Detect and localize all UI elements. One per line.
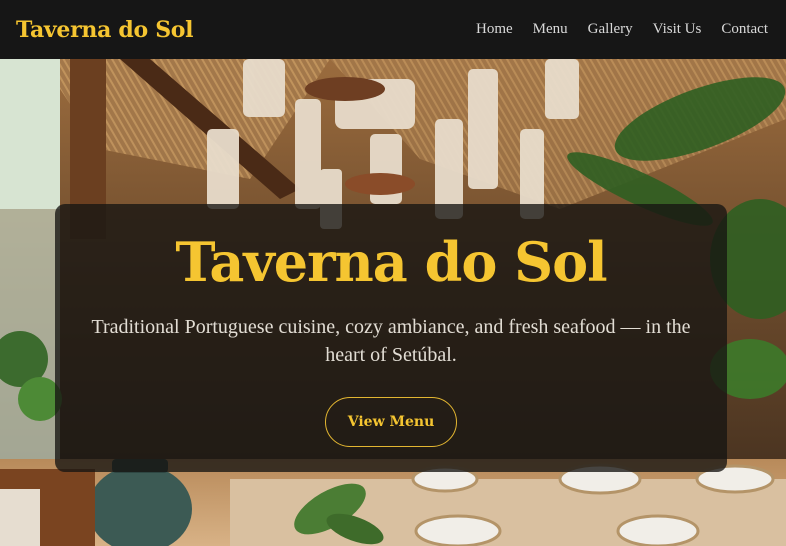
nav-link-home[interactable]: Home xyxy=(476,21,513,38)
hero-title: Taverna do Sol xyxy=(175,230,607,294)
view-menu-button[interactable]: View Menu xyxy=(325,396,457,447)
nav-link-gallery[interactable]: Gallery xyxy=(588,21,633,38)
site-logo[interactable]: Taverna do Sol xyxy=(16,17,194,43)
hero-subtitle: Traditional Portuguese cuisine, cozy amb… xyxy=(91,315,691,366)
top-navigation: Taverna do Sol Home Menu Gallery Visit U… xyxy=(0,0,786,59)
hero-section: Taverna do Sol Traditional Portuguese cu… xyxy=(0,59,786,546)
nav-links: Home Menu Gallery Visit Us Contact xyxy=(476,21,768,38)
nav-link-menu[interactable]: Menu xyxy=(533,21,568,38)
nav-link-visit-us[interactable]: Visit Us xyxy=(653,21,702,38)
hero-card: Taverna do Sol Traditional Portuguese cu… xyxy=(55,204,727,472)
nav-link-contact[interactable]: Contact xyxy=(721,21,768,38)
